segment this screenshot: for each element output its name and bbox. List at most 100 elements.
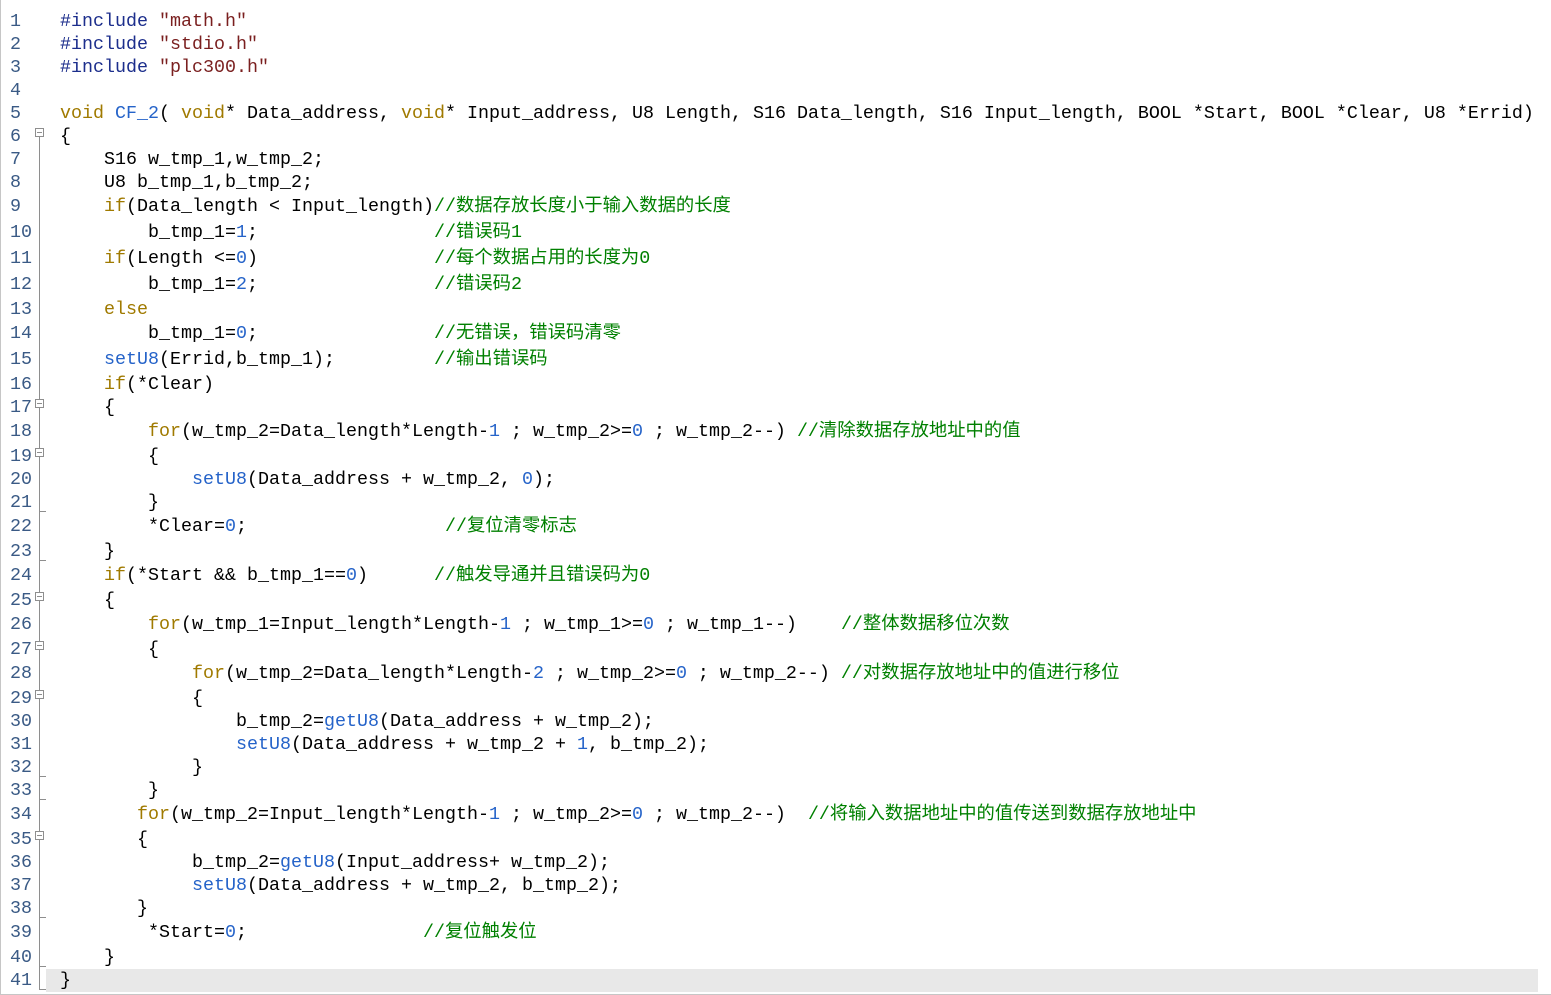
code-token: void bbox=[181, 103, 225, 124]
fold-collapse-icon[interactable] bbox=[35, 690, 44, 699]
line-code: b_tmp_1=1; //错误码1 bbox=[60, 220, 522, 246]
fold-collapse-icon[interactable] bbox=[35, 831, 44, 840]
line-code: #include "stdio.h" bbox=[60, 33, 258, 56]
code-line[interactable]: 26 for(w_tmp_1=Input_length*Length-1 ; w… bbox=[1, 612, 1551, 638]
code-token: for bbox=[60, 804, 170, 825]
line-number: 13 bbox=[10, 299, 32, 320]
line-number: 12 bbox=[10, 274, 32, 295]
code-line[interactable]: 24 if(*Start && b_tmp_1==0) //触发导通并且错误码为… bbox=[1, 563, 1551, 589]
code-token: (Errid,b_tmp_1); bbox=[159, 349, 434, 370]
line-number: 7 bbox=[10, 149, 21, 170]
code-line[interactable]: 6{ bbox=[1, 125, 1551, 148]
code-token: ; w_tmp_2--) bbox=[642, 804, 808, 825]
line-number: 38 bbox=[10, 898, 32, 919]
code-line[interactable]: 35 { bbox=[1, 828, 1551, 851]
code-line[interactable]: 30 b_tmp_2=getU8(Data_address + w_tmp_2)… bbox=[1, 710, 1551, 733]
code-token: } bbox=[60, 780, 159, 801]
code-token: "math.h" bbox=[148, 11, 247, 32]
code-line[interactable]: 16 if(*Clear) bbox=[1, 373, 1551, 396]
code-token: ; bbox=[235, 922, 423, 943]
code-line[interactable]: 9 if(Data_length < Input_length)//数据存放长度… bbox=[1, 194, 1551, 220]
line-code: b_tmp_2=getU8(Input_address+ w_tmp_2); bbox=[60, 851, 610, 874]
code-token: //复位清零标志 bbox=[444, 516, 577, 537]
line-code: void CF_2( void* Data_address, void* Inp… bbox=[60, 102, 1534, 125]
code-line[interactable]: 27 { bbox=[1, 638, 1551, 661]
code-token: getU8 bbox=[279, 852, 335, 873]
code-line[interactable]: 2 #include "stdio.h" bbox=[1, 33, 1551, 56]
code-line[interactable]: 7 S16 w_tmp_1,w_tmp_2; bbox=[1, 148, 1551, 171]
line-code: for(w_tmp_2=Input_length*Length-1 ; w_tm… bbox=[60, 802, 1197, 828]
code-line[interactable]: 1 #include "math.h" bbox=[1, 10, 1551, 33]
code-line[interactable]: 15 setU8(Errid,b_tmp_1); //输出错误码 bbox=[1, 347, 1551, 373]
code-token: if bbox=[60, 374, 126, 395]
code-token: for bbox=[60, 614, 181, 635]
code-token: { bbox=[60, 397, 115, 418]
fold-collapse-icon[interactable] bbox=[35, 641, 44, 650]
fold-collapse-icon[interactable] bbox=[35, 592, 44, 601]
code-line[interactable]: 37 setU8(Data_address + w_tmp_2, b_tmp_2… bbox=[1, 874, 1551, 897]
code-line[interactable]: 17 { bbox=[1, 396, 1551, 419]
fold-end-icon bbox=[39, 917, 46, 918]
code-line[interactable]: 22 *Clear=0; //复位清零标志 bbox=[1, 514, 1551, 540]
line-code: } bbox=[60, 969, 71, 992]
line-number: 2 bbox=[10, 34, 21, 55]
code-line[interactable]: 20 setU8(Data_address + w_tmp_2, 0); bbox=[1, 468, 1551, 491]
code-line[interactable]: 28 for(w_tmp_2=Data_length*Length-2 ; w_… bbox=[1, 661, 1551, 687]
code-line[interactable]: 4 bbox=[1, 79, 1551, 102]
code-line[interactable]: 34 for(w_tmp_2=Input_length*Length-1 ; w… bbox=[1, 802, 1551, 828]
code-token: (w_tmp_2=Data_length*Length- bbox=[224, 663, 533, 684]
line-code: if(Data_length < Input_length)//数据存放长度小于… bbox=[60, 194, 731, 220]
code-token: ; w_tmp_2--) bbox=[642, 421, 797, 442]
code-line[interactable]: 11 if(Length <=0) //每个数据占用的长度为0 bbox=[1, 246, 1551, 272]
line-number: 9 bbox=[10, 196, 21, 217]
code-line[interactable]: 3 #include "plc300.h" bbox=[1, 56, 1551, 79]
line-code: S16 w_tmp_1,w_tmp_2; bbox=[60, 148, 324, 171]
code-line[interactable]: 12 b_tmp_1=2; //错误码2 bbox=[1, 272, 1551, 298]
code-line[interactable]: 38 } bbox=[1, 897, 1551, 920]
code-line[interactable]: 39 *Start=0; //复位触发位 bbox=[1, 920, 1551, 946]
code-line[interactable]: 33 } bbox=[1, 779, 1551, 802]
code-token: 1 bbox=[488, 804, 500, 825]
code-token: setU8 bbox=[60, 469, 247, 490]
code-token: { bbox=[60, 688, 203, 709]
line-code: } bbox=[60, 540, 115, 563]
code-line[interactable]: 18 for(w_tmp_2=Data_length*Length-1 ; w_… bbox=[1, 419, 1551, 445]
fold-collapse-icon[interactable] bbox=[35, 128, 44, 137]
line-code: { bbox=[60, 445, 159, 468]
code-token: 0 bbox=[521, 469, 533, 490]
code-token: "plc300.h" bbox=[148, 57, 269, 78]
code-line[interactable]: 5 void CF_2( void* Data_address, void* In… bbox=[1, 102, 1551, 125]
code-line[interactable]: 10 b_tmp_1=1; //错误码1 bbox=[1, 220, 1551, 246]
code-token: if bbox=[60, 248, 126, 269]
code-lines: 1 #include "math.h" 2 #include "stdio.h" 3 #i… bbox=[1, 10, 1551, 992]
fold-collapse-icon[interactable] bbox=[35, 448, 44, 457]
code-token: //清除数据存放地址中的值 bbox=[796, 421, 1021, 442]
code-line[interactable]: 14 b_tmp_1=0; //无错误，错误码清零 bbox=[1, 321, 1551, 347]
code-line[interactable]: 32 } bbox=[1, 756, 1551, 779]
code-token: ); bbox=[532, 469, 555, 490]
code-token: (Length <= bbox=[126, 248, 236, 269]
line-number: 40 bbox=[10, 947, 32, 968]
line-number: 1 bbox=[10, 11, 21, 32]
code-line[interactable]: 29 { bbox=[1, 687, 1551, 710]
code-line[interactable]: 23 } bbox=[1, 540, 1551, 563]
code-line[interactable]: 21 } bbox=[1, 491, 1551, 514]
code-editor[interactable]: 1 #include "math.h" 2 #include "stdio.h" 3 #i… bbox=[0, 0, 1551, 995]
line-code: setU8(Errid,b_tmp_1); //输出错误码 bbox=[60, 347, 548, 373]
fold-collapse-icon[interactable] bbox=[35, 399, 44, 408]
line-number: 33 bbox=[10, 780, 32, 801]
code-token: //复位触发位 bbox=[422, 922, 537, 943]
line-number: 14 bbox=[10, 323, 32, 344]
code-line[interactable]: 13 else bbox=[1, 298, 1551, 321]
line-number: 20 bbox=[10, 469, 32, 490]
code-line[interactable]: 40 } bbox=[1, 946, 1551, 969]
code-line[interactable]: 36 b_tmp_2=getU8(Input_address+ w_tmp_2)… bbox=[1, 851, 1551, 874]
code-line[interactable]: 41} bbox=[1, 969, 1551, 992]
code-token: ) bbox=[356, 565, 434, 586]
code-line[interactable]: 25 { bbox=[1, 589, 1551, 612]
code-line[interactable]: 19 { bbox=[1, 445, 1551, 468]
code-line[interactable]: 8 U8 b_tmp_1,b_tmp_2; bbox=[1, 171, 1551, 194]
line-number: 19 bbox=[10, 446, 32, 467]
code-line[interactable]: 31 setU8(Data_address + w_tmp_2 + 1, b_t… bbox=[1, 733, 1551, 756]
code-token: { bbox=[60, 446, 159, 467]
